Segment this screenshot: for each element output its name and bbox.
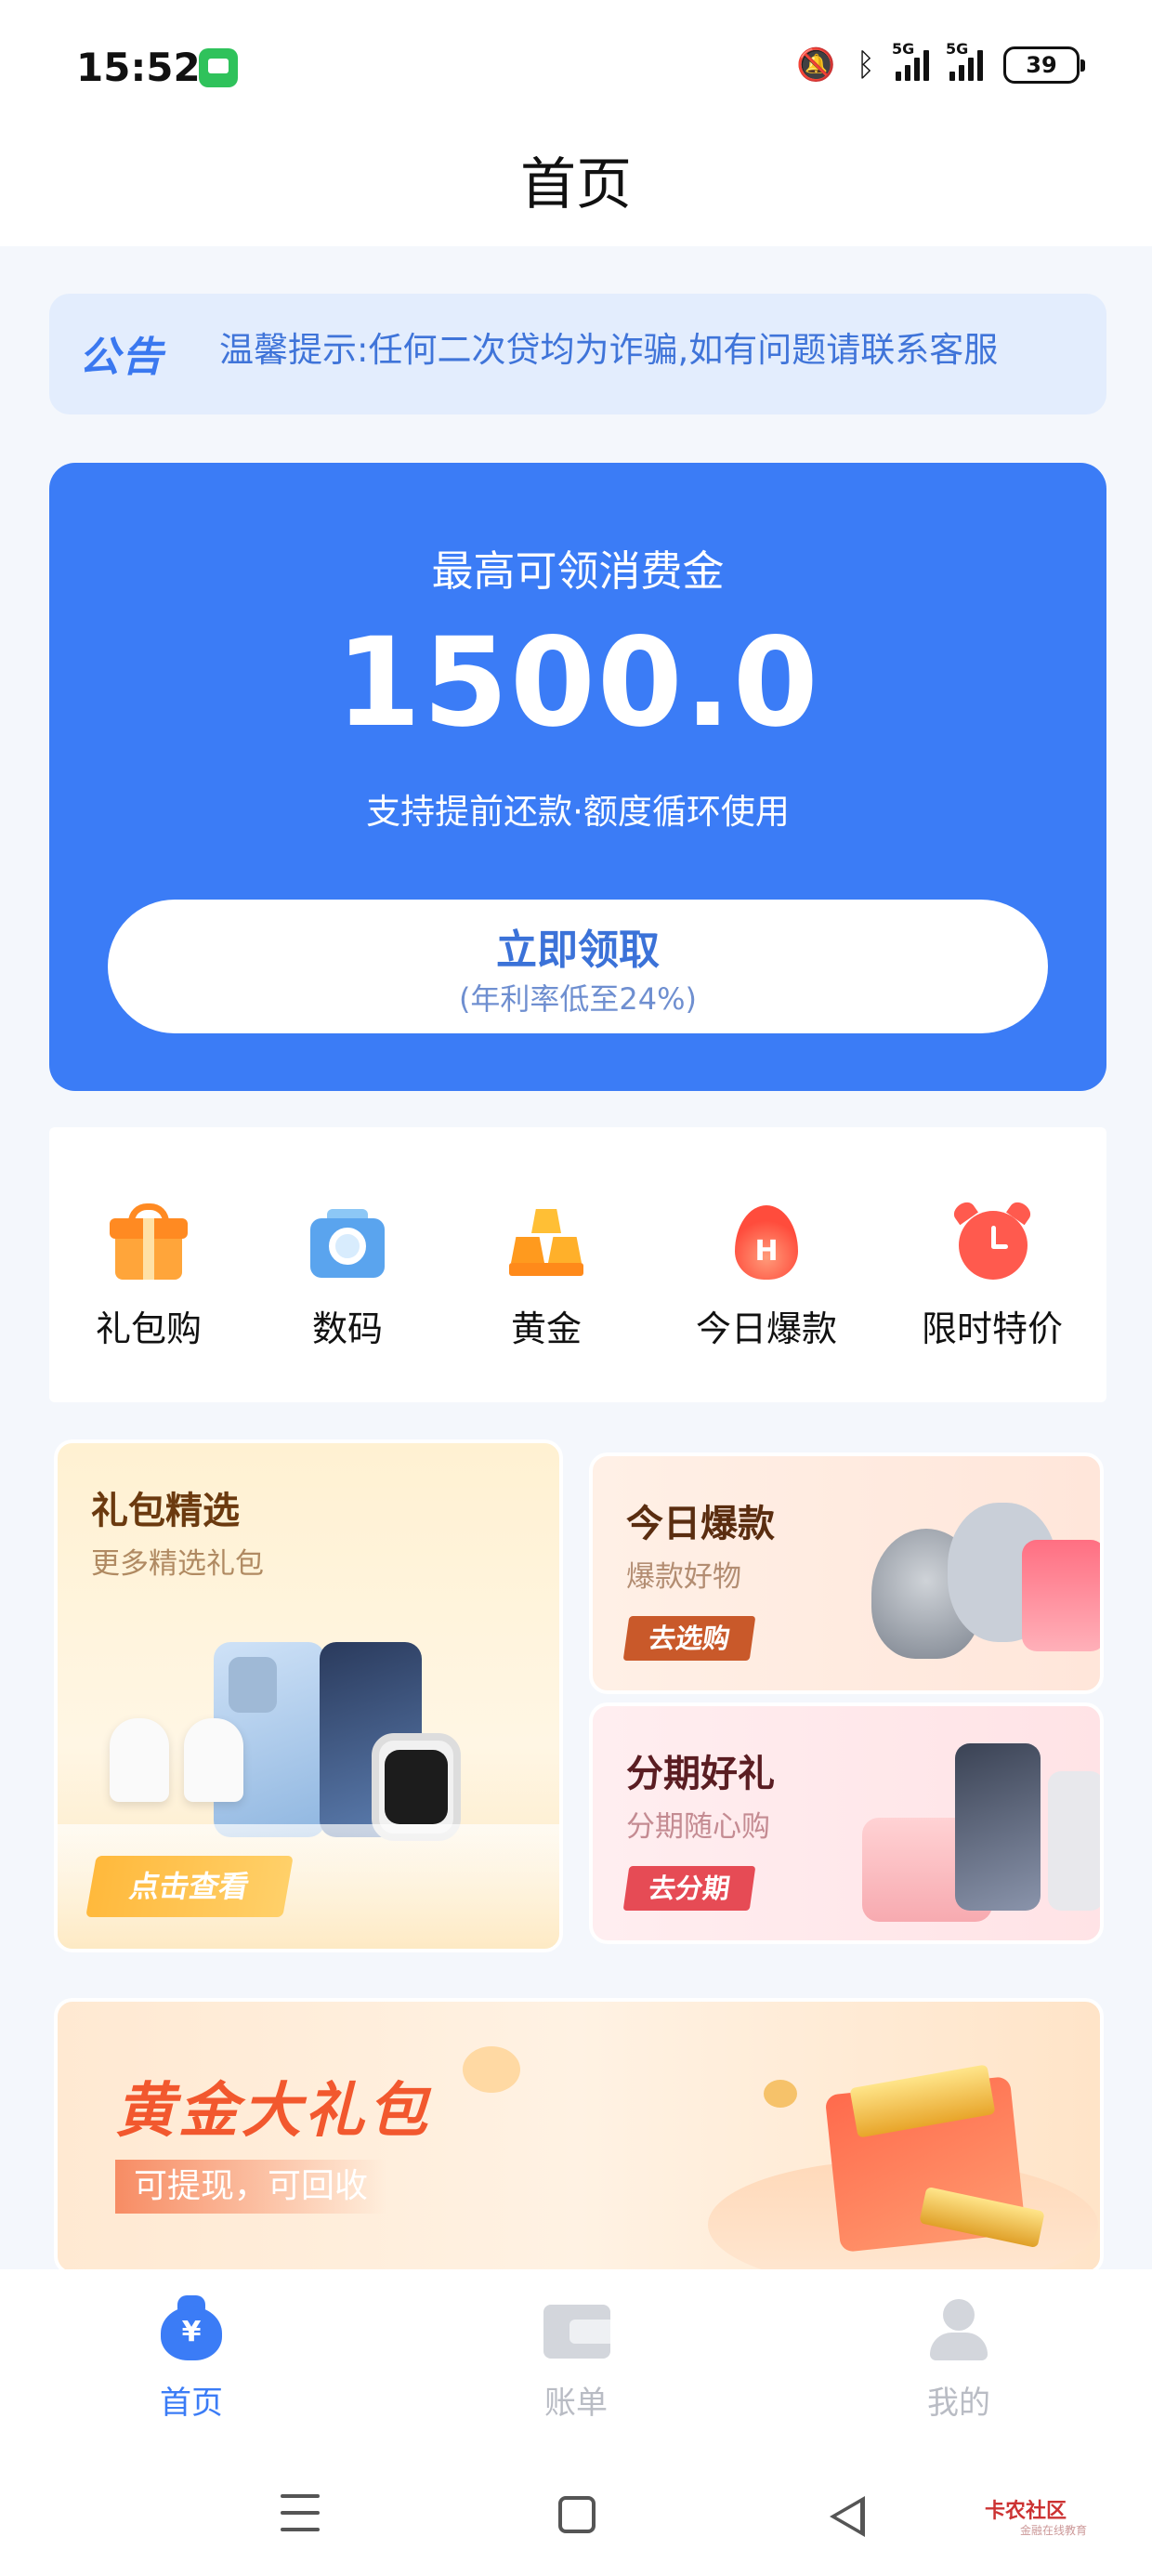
tab-label: 我的 <box>927 2385 990 2422</box>
gold-bar-icon <box>505 1202 587 1283</box>
hero-label: 最高可领消费金 <box>431 546 725 596</box>
camera-lens-image <box>229 1657 277 1713</box>
claim-button[interactable]: 立即领取 (年利率低至24%) <box>108 900 1048 1033</box>
message-icon <box>199 48 238 87</box>
category-label: 黄金 <box>510 1308 582 1349</box>
earbuds-image <box>184 1718 243 1802</box>
watch-face-image <box>385 1750 448 1824</box>
category-label: 今日爆款 <box>695 1308 837 1349</box>
signal-5g-icon: 5G <box>946 40 983 81</box>
gift-icon <box>108 1202 190 1283</box>
wallet-icon <box>542 2293 610 2362</box>
promo-installment-card[interactable]: 分期好礼 分期随心购 去分期 <box>589 1702 1104 1944</box>
installment-button[interactable]: 去分期 <box>622 1866 756 1911</box>
bluetooth-icon: ᛒ <box>856 46 875 84</box>
phone-image <box>955 1743 1041 1911</box>
category-gold[interactable]: 黄金 <box>447 1202 646 1351</box>
view-gifts-button[interactable]: 点击查看 <box>85 1856 294 1917</box>
promo-gift-card[interactable]: 礼包精选 更多精选礼包 点击查看 <box>54 1439 563 1952</box>
promo-title: 今日爆款 <box>626 1503 775 1545</box>
coin-image <box>463 2046 520 2093</box>
tab-home[interactable]: ¥ 首页 <box>89 2293 294 2423</box>
menu-icon[interactable] <box>281 2494 320 2531</box>
notice-text: 温馨提示:任何二次贷均为诈骗,如有问题请联系客服 <box>219 330 999 370</box>
promo-subtitle: 更多精选礼包 <box>91 1547 264 1581</box>
status-bar: 15:52 🔕 ᛒ 5G 5G 39 <box>0 0 1152 139</box>
alarm-clock-icon <box>950 1198 1034 1283</box>
category-digital[interactable]: 数码 <box>248 1202 447 1351</box>
coin-image <box>764 2080 797 2108</box>
category-grid: 礼包购 数码 黄金 H 今日爆款 限时特价 <box>49 1127 1106 1402</box>
promo-title: 黄金大礼包 <box>115 2077 431 2146</box>
tab-label: 首页 <box>160 2385 223 2422</box>
status-time: 15:52 <box>76 45 201 90</box>
promo-subtitle: 爆款好物 <box>626 1560 741 1594</box>
back-icon[interactable] <box>830 2496 865 2537</box>
watermark-logo: 卡农社区 <box>985 2500 1067 2523</box>
claim-button-label: 立即领取 <box>496 927 660 974</box>
phone-image <box>1048 1771 1100 1911</box>
category-gift[interactable]: 礼包购 <box>49 1202 248 1351</box>
credit-amount: 1500.0 <box>335 611 820 755</box>
notice-tag: 公告 <box>79 334 164 381</box>
category-label: 礼包购 <box>95 1308 202 1349</box>
notice-banner[interactable]: 公告 温馨提示:任何二次贷均为诈骗,如有问题请联系客服 <box>49 294 1106 414</box>
promo-hot-card[interactable]: 今日爆款 爆款好物 去选购 <box>589 1452 1104 1694</box>
battery-icon: 39 <box>1003 46 1085 84</box>
category-label: 限时特价 <box>921 1308 1063 1349</box>
battery-level: 39 <box>1026 52 1057 78</box>
toy-speaker-image <box>1022 1540 1100 1651</box>
money-bag-icon: ¥ <box>157 2293 226 2362</box>
mute-icon: 🔕 <box>796 46 836 84</box>
tab-mine[interactable]: 我的 <box>857 2293 1061 2423</box>
tab-bills[interactable]: 账单 <box>474 2293 678 2423</box>
system-nav-bar: 卡农社区 金融在线教育 <box>0 2455 1152 2576</box>
category-hot[interactable]: H 今日爆款 <box>667 1202 866 1351</box>
earbuds-image <box>110 1718 169 1802</box>
promo-subtitle: 分期随心购 <box>626 1810 770 1844</box>
promo-subtitle: 可提现，可回收 <box>115 2160 387 2214</box>
category-flash-sale[interactable]: 限时特价 <box>893 1198 1092 1351</box>
tab-bar: ¥ 首页 账单 我的 <box>0 2269 1152 2455</box>
home-icon[interactable] <box>558 2496 596 2533</box>
credit-card-panel: 最高可领消费金 1500.0 支持提前还款·额度循环使用 立即领取 (年利率低至… <box>49 463 1106 1091</box>
page-title: 首页 <box>520 152 632 217</box>
promo-gold-card[interactable]: 黄金大礼包 可提现，可回收 <box>54 1998 1104 2275</box>
watermark-subtitle: 金融在线教育 <box>1020 2524 1088 2537</box>
status-icons: 🔕 ᛒ 5G 5G 39 <box>796 40 1085 87</box>
hero-subtitle: 支持提前还款·额度循环使用 <box>366 792 790 832</box>
signal-5g-icon: 5G <box>892 40 929 81</box>
promo-title: 分期好礼 <box>626 1753 775 1795</box>
claim-button-rate: (年利率低至24%) <box>458 981 698 1017</box>
fire-icon: H <box>726 1202 807 1283</box>
category-label: 数码 <box>311 1308 383 1349</box>
shop-now-button[interactable]: 去选购 <box>622 1616 756 1661</box>
camera-icon <box>307 1202 388 1283</box>
promo-title: 礼包精选 <box>91 1490 240 1532</box>
person-icon <box>924 2293 993 2362</box>
tab-label: 账单 <box>544 2385 608 2422</box>
